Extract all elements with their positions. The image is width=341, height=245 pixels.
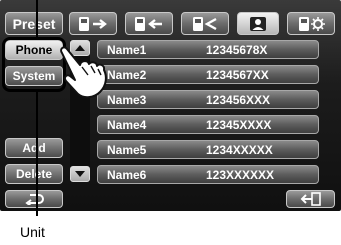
phone-send-icon — [79, 16, 107, 31]
delete-label: Delete — [15, 167, 53, 181]
return-icon — [25, 194, 44, 205]
contact-number: 12345678X — [206, 43, 268, 57]
contact-number: 123456XXX — [206, 93, 271, 107]
list-item[interactable]: Name2 1234567XX — [97, 65, 319, 84]
receive-tab[interactable] — [125, 12, 173, 35]
list-item[interactable]: Name5 1234XXXXX — [97, 140, 319, 159]
edit-tab[interactable] — [181, 12, 229, 35]
list-item[interactable]: Name1 12345678X — [97, 40, 319, 59]
add-label: Add — [22, 141, 46, 155]
contact-number: 12345XXXX — [206, 118, 272, 132]
contact-name: Name5 — [107, 143, 147, 157]
contacts-icon — [250, 16, 266, 31]
phone-edit-icon — [193, 16, 217, 31]
contact-name: Name4 — [107, 118, 147, 132]
pointing-hand-icon — [60, 46, 107, 99]
callout-line-bottom — [36, 92, 38, 216]
exit-button[interactable] — [286, 190, 335, 208]
contacts-tab[interactable] — [237, 12, 279, 35]
unit-callout-label: Unit — [20, 224, 45, 240]
preset-tab[interactable]: Preset — [5, 12, 63, 35]
delete-button[interactable]: Delete — [5, 164, 63, 184]
callout-line-top — [36, 0, 38, 37]
contact-number: 1234567XX — [206, 68, 269, 82]
list-item[interactable]: Name3 123456XXX — [97, 90, 319, 109]
preset-label: Preset — [12, 15, 56, 32]
arrow-down-icon — [75, 171, 85, 177]
list-item[interactable]: Name6 123XXXXXX — [97, 165, 319, 184]
exit-icon — [300, 192, 321, 206]
scroll-down-button[interactable] — [70, 166, 90, 182]
phone-receive-icon — [135, 16, 162, 31]
phone-settings-icon — [299, 16, 325, 31]
contact-number: 123XXXXXX — [206, 168, 275, 182]
settings-tab[interactable] — [287, 12, 335, 35]
contact-number: 1234XXXXX — [206, 143, 273, 157]
contact-name: Name6 — [107, 168, 147, 182]
add-button[interactable]: Add — [5, 138, 63, 158]
list-item[interactable]: Name4 12345XXXX — [97, 115, 319, 134]
send-tab[interactable] — [69, 12, 117, 35]
phonebook-screen: Preset Phone System Add Delete Name1 123… — [0, 0, 341, 211]
back-button[interactable] — [5, 190, 63, 208]
